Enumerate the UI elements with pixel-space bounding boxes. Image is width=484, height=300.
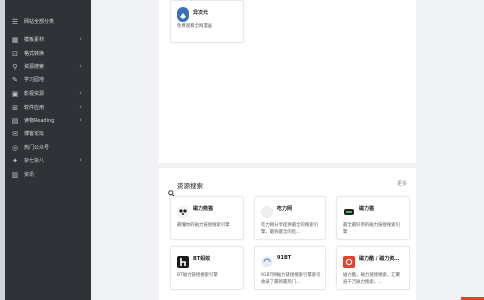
site-card-name: 91BT	[277, 255, 292, 261]
site-card-name: 磁力熊猫	[193, 206, 214, 212]
site-card-desc: 磁力酷，磁力链接搜索，汇聚迪千万磁力搜索，…	[343, 273, 401, 285]
site-card-name: 磁力猫	[359, 206, 375, 212]
site-card-name: 异次元	[193, 10, 209, 16]
site-card-bt-mayi[interactable]: BT蚂蚁 BT磁力链接搜索引擎	[170, 246, 244, 290]
film-icon: ▣	[11, 89, 19, 98]
search-icon: ⚲	[12, 62, 18, 71]
section-header: 资源搜索	[168, 180, 203, 197]
sidebar-item-label: 模板素材	[24, 37, 45, 43]
site-card-desc: 最全最好用的磁力链接搜索引擎	[343, 223, 401, 235]
bt-ant-logo-icon	[177, 253, 189, 268]
chevron-right-icon: ›	[79, 89, 82, 97]
site-card-desc: 免费观看全网漫画	[177, 24, 213, 29]
yiciyuan-logo-icon	[177, 7, 189, 22]
sidebar-item-label: 学习园地	[24, 77, 45, 83]
site-card-desc: 最懂你的磁力链接搜索引擎	[177, 223, 230, 228]
chevron-right-icon: ›	[79, 103, 82, 111]
chevron-right-icon: ›	[79, 35, 82, 43]
blog-icon: ✉	[12, 129, 18, 138]
chevron-right-icon: ›	[79, 116, 82, 124]
site-card-desc: 91BT网磁力链接搜索引擎索引收录了最新最热门…	[261, 273, 321, 285]
site-card-chili[interactable]: 吃力网 吃力网分享提供最全的搜索引擎，最快最全的吃…	[254, 196, 326, 240]
site-card-name: BT蚂蚁	[193, 256, 211, 262]
search-icon	[168, 182, 175, 197]
sidebar-item-label: 博客论坛	[24, 131, 45, 137]
sidebar-item-templates[interactable]: ▦ 模板素材 ›	[5, 33, 91, 46]
site-card-cili-xiongmao[interactable]: 磁力熊猫 最懂你的磁力链接搜索引擎	[170, 196, 244, 240]
chevron-right-icon: ›	[79, 156, 82, 164]
sidebar-item-news[interactable]: ▥ 资讯	[5, 168, 91, 181]
sidebar-item-label: 读物Reading	[24, 118, 55, 124]
sidebar-item-film[interactable]: ▣ 影视资源 ›	[5, 87, 91, 100]
more-link[interactable]: 更多	[397, 180, 407, 187]
sidebar-item-learning[interactable]: ✎ 学习园地	[5, 73, 91, 86]
sidebar: ☰ 网站全部分类 ▦ 模板素材 › ⊡ 格式转换 ⚲ 资源搜索 › ✎ 学习园地…	[5, 0, 91, 300]
sidebar-item-label: 网站全部分类	[24, 19, 55, 25]
list-icon: ☰	[11, 17, 19, 26]
sidebar-item-all-categories[interactable]: ☰ 网站全部分类	[5, 15, 91, 28]
misc-icon: ✦	[12, 156, 18, 165]
wechat-icon: ◎	[11, 143, 19, 152]
sidebar-item-software[interactable]: ⊞ 软件应用 ›	[5, 101, 91, 114]
chevron-right-icon: ›	[79, 62, 82, 70]
sidebar-item-label: 软件应用	[24, 105, 45, 111]
site-card-name: 吃力网	[277, 206, 293, 212]
site-card-desc: 吃力网分享提供最全的搜索引擎，最快最全的吃…	[261, 223, 319, 235]
sidebar-item-format-convert[interactable]: ⊡ 格式转换	[5, 47, 91, 60]
reading-icon: ▤	[11, 116, 19, 125]
site-card-desc: BT磁力链接搜索引擎	[177, 273, 218, 278]
ciliku-logo-icon	[343, 253, 355, 268]
sidebar-item-label: 资源搜索	[24, 64, 45, 70]
sidebar-item-reading[interactable]: ▤ 读物Reading ›	[5, 114, 91, 127]
sidebar-item-label: 热门公众号	[24, 145, 50, 151]
resource-search-section: 资源搜索 更多 磁力熊猫 最懂你的磁力链接搜索引擎 吃力网 吃力网分享提供最全的…	[159, 168, 416, 300]
sidebar-item-resource-search[interactable]: ⚲ 资源搜索 ›	[5, 60, 91, 73]
site-card-yiciyuan[interactable]: 异次元 免费观看全网漫画	[170, 0, 244, 43]
site-card-cilimao[interactable]: 磁力猫 最全最好用的磁力链接搜索引擎	[336, 196, 410, 240]
cat-logo-icon	[343, 203, 355, 215]
section-title: 资源搜索	[177, 182, 203, 190]
grid-icon: ▦	[11, 35, 19, 44]
book-icon: ✎	[12, 75, 18, 84]
site-card-ciliku[interactable]: 磁力酷 / 磁力资… 磁力酷，磁力链接搜索，汇聚迪千万磁力搜索，…	[336, 246, 410, 290]
news-icon: ▥	[11, 170, 19, 179]
91bt-logo-icon	[261, 253, 273, 268]
site-card-91bt[interactable]: 91BT 91BT网磁力链接搜索引擎索引收录了最新最热门…	[254, 246, 326, 290]
convert-icon: ⊡	[12, 49, 18, 58]
sidebar-item-wechat[interactable]: ◎ 热门公众号	[5, 141, 91, 154]
site-card-name: 磁力酷 / 磁力资…	[359, 256, 400, 262]
sidebar-item-label: 格式转换	[24, 51, 45, 57]
sidebar-item-label: 影视资源	[24, 91, 45, 97]
sidebar-item-misc[interactable]: ✦ 杂七杂八 ›	[5, 154, 91, 167]
content-panel-top: 异次元 免费观看全网漫画	[159, 0, 416, 163]
app-icon: ⊞	[12, 103, 18, 112]
panda-logo-icon	[177, 203, 189, 218]
chili-logo-icon	[261, 203, 273, 218]
sidebar-item-label: 资讯	[24, 172, 35, 178]
right-margin	[416, 0, 484, 300]
sidebar-item-label: 杂七杂八	[24, 158, 45, 164]
sidebar-item-blog[interactable]: ✉ 博客论坛	[5, 127, 91, 140]
